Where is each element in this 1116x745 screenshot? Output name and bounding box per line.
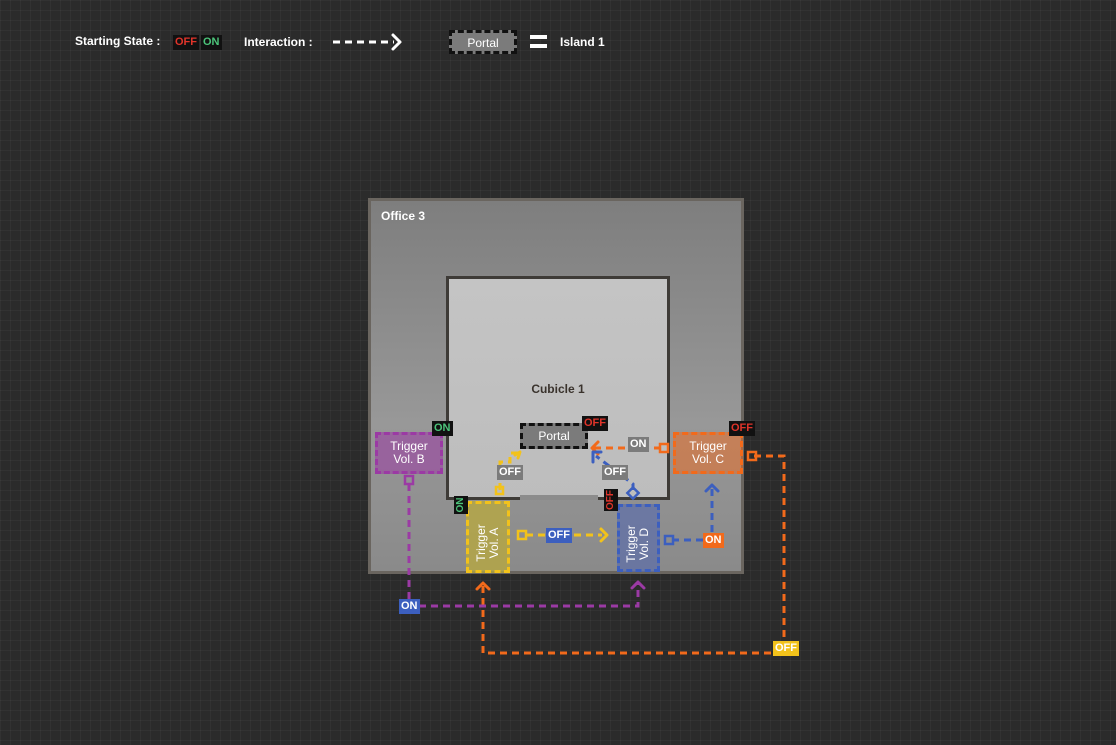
arrowhead-a-portal <box>513 450 522 460</box>
origin-d-c <box>663 534 675 546</box>
origin-c-portal <box>658 442 670 454</box>
legend-equals-icon-bar2 <box>530 44 547 48</box>
trigger-vol-b-line2: Vol. B <box>393 452 425 466</box>
legend-equals-icon <box>530 35 547 39</box>
trigger-vol-c-state-tag: OFF <box>729 421 755 436</box>
portal: Portal <box>520 423 588 449</box>
trigger-vol-d-label: Trigger Vol. D <box>624 514 651 574</box>
interaction-d-portal-tag: OFF <box>602 465 628 480</box>
trigger-vol-a-state-tag: ON <box>454 496 468 514</box>
interaction-d-c-tag: ON <box>703 533 724 548</box>
interaction-links <box>333 33 786 655</box>
interaction-a-portal-tag: OFF <box>497 465 523 480</box>
interaction-c-a-tag: OFF <box>773 641 799 656</box>
interaction-b-tag: ON <box>399 599 420 614</box>
portal-state-tag: OFF <box>582 416 608 431</box>
origin-b <box>403 474 415 486</box>
origin-d-portal <box>625 485 641 501</box>
trigger-vol-d-state-tag: OFF <box>604 489 618 511</box>
origin-a-portal <box>494 485 505 496</box>
trigger-vol-a-label: Trigger Vol. A <box>474 513 501 573</box>
origin-a-d <box>516 529 528 541</box>
trigger-vol-c-line2: Vol. C <box>691 452 724 466</box>
interaction-a-d-tag: OFF <box>546 528 572 543</box>
trigger-vol-d-line2: Vol. D <box>637 528 651 561</box>
trigger-vol-b: Trigger Vol. B <box>375 432 443 474</box>
trigger-vol-a-line2: Vol. A <box>487 527 501 559</box>
trigger-vol-c: Trigger Vol. C <box>673 432 743 474</box>
origin-c-a <box>746 450 758 462</box>
legend-arrow-head <box>391 33 402 51</box>
trigger-vol-b-state-tag: ON <box>432 421 453 436</box>
interaction-c-portal-tag: ON <box>628 437 649 452</box>
